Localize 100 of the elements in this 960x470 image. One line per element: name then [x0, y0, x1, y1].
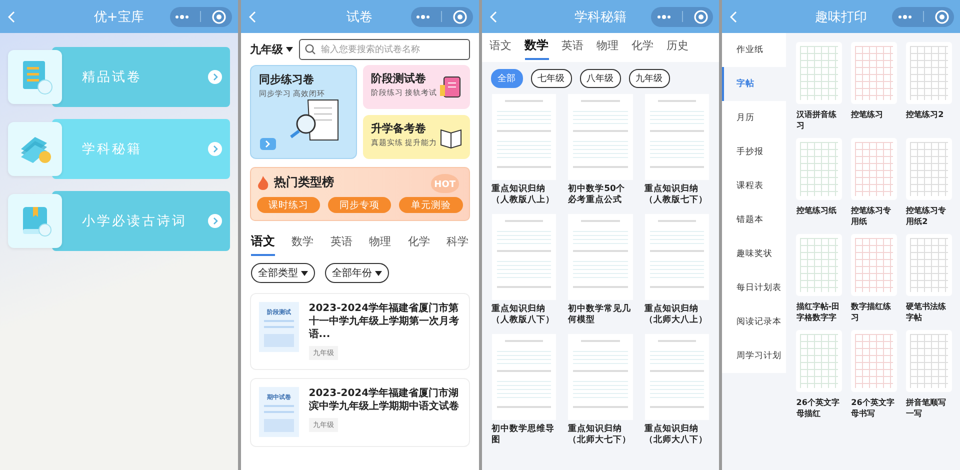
filter-dropdown[interactable]: 全部年份: [324, 263, 389, 283]
capsule-menu[interactable]: [410, 6, 472, 26]
document-thumbnail[interactable]: [568, 94, 633, 180]
subject-tab[interactable]: 物理: [596, 37, 618, 60]
close-icon[interactable]: [212, 10, 226, 24]
worksheet-thumbnail[interactable]: [851, 42, 898, 104]
sidebar-item[interactable]: 错题本: [722, 203, 786, 237]
subject-tab[interactable]: 语文: [490, 37, 512, 60]
notebook-icon: [438, 75, 464, 99]
subject-tab[interactable]: 数学: [292, 233, 314, 256]
subject-tab[interactable]: 英语: [562, 37, 584, 60]
chevron-icon: [264, 140, 271, 148]
document-thumbnail[interactable]: [644, 94, 710, 180]
subject-tab[interactable]: 数学: [524, 37, 548, 60]
worksheet-thumbnail[interactable]: [796, 42, 842, 104]
subject-tab[interactable]: 英语: [330, 233, 352, 256]
capsule-menu[interactable]: [651, 6, 714, 26]
close-icon[interactable]: [934, 10, 948, 24]
sidebar-item[interactable]: 字帖: [722, 67, 786, 101]
more-icon[interactable]: [898, 14, 912, 18]
grade-chip[interactable]: 九年级: [628, 69, 670, 88]
sidebar-item[interactable]: 月历: [722, 101, 786, 135]
paper-title: 2023-2024学年福建省厦门市湖滨中学九年级上学期期中语文试卷: [308, 387, 460, 413]
back-icon: [490, 10, 498, 22]
more-icon[interactable]: [416, 14, 430, 18]
worksheet-thumbnail[interactable]: [906, 234, 952, 296]
document-thumbnail[interactable]: [492, 94, 556, 180]
search-field[interactable]: 输入您要搜索的试卷名称: [298, 39, 470, 60]
filter-dropdown[interactable]: 全部类型: [250, 263, 315, 283]
window-title: 试卷: [346, 8, 373, 26]
back-button[interactable]: [490, 10, 500, 24]
worksheet-title: 拼音笔顺写一写: [906, 398, 948, 420]
worksheet-thumbnail[interactable]: [851, 234, 898, 296]
sidebar-item[interactable]: 每日计划表: [722, 271, 786, 305]
entry-icon-tile[interactable]: [8, 50, 62, 104]
close-icon[interactable]: [694, 10, 708, 24]
document-thumbnail[interactable]: [492, 214, 556, 300]
worksheet-thumbnail[interactable]: [906, 138, 952, 200]
document-title: 重点知识归纳（人教版七下）: [644, 184, 709, 208]
worksheet-title: 描红字帖-田字格数字字: [796, 302, 841, 324]
window-title: 趣味打印: [815, 8, 868, 26]
document-title: 初中数学常见几何模型: [568, 304, 632, 328]
worksheet-title: 控笔练习: [851, 110, 884, 121]
document-thumbnail[interactable]: [492, 334, 556, 420]
back-icon: [730, 10, 738, 22]
subject-tab[interactable]: 科学: [446, 233, 468, 256]
worksheet-thumbnail[interactable]: [796, 330, 842, 392]
chevron-icon: [208, 70, 222, 84]
sidebar-item[interactable]: 课程表: [722, 169, 786, 203]
capsule-menu[interactable]: [892, 6, 954, 26]
worksheet-thumbnail[interactable]: [906, 42, 952, 104]
caret-icon: [286, 47, 293, 52]
sidebar-item[interactable]: 阅读记录本: [722, 305, 786, 339]
sidebar-item[interactable]: 作业纸: [722, 33, 786, 67]
worksheet-title: 硬笔书法练字帖: [906, 302, 948, 324]
arrow-button[interactable]: [260, 138, 276, 150]
window-title: 学科秘籍: [574, 8, 626, 26]
worksheet-title: 控笔练习2: [906, 110, 945, 121]
grade-chip[interactable]: 八年级: [580, 69, 620, 88]
document-title: 重点知识归纳（北师大八上）: [644, 304, 709, 328]
worksheet-title: 数字描红练习: [851, 302, 892, 324]
worksheet-thumbnail[interactable]: [851, 138, 898, 200]
document-thumbnail[interactable]: [568, 214, 633, 300]
window-title: 优+宝库: [94, 8, 144, 26]
entry-icon-tile[interactable]: [8, 194, 62, 248]
hot-watermark: HOT: [431, 174, 458, 193]
document-title: 重点知识归纳（北师大八下）: [644, 424, 709, 448]
worksheet-thumbnail[interactable]: [906, 330, 952, 392]
subject-tab[interactable]: 语文: [250, 233, 275, 256]
capsule-menu[interactable]: [170, 6, 232, 26]
flame-icon: [256, 176, 269, 190]
document-thumbnail[interactable]: [568, 334, 633, 420]
more-icon[interactable]: [656, 14, 671, 18]
card-title: 同步练习卷: [258, 72, 315, 87]
worksheet-title: 控笔练习专用纸2: [906, 206, 948, 228]
card-title: 阶段测试卷: [370, 71, 427, 86]
worksheet-thumbnail[interactable]: [796, 138, 842, 200]
grade-chip[interactable]: 七年级: [530, 69, 572, 88]
subject-tab[interactable]: 物理: [369, 233, 391, 256]
document-title: 初中数学50个必考重点公式: [568, 184, 626, 208]
document-thumbnail[interactable]: [644, 334, 710, 420]
worksheet-title: 控笔练习纸: [796, 206, 838, 217]
sidebar-item[interactable]: 趣味奖状: [722, 237, 786, 271]
close-icon[interactable]: [453, 10, 467, 24]
hot-ranking-title: 热门类型榜: [274, 174, 334, 191]
worksheet-thumbnail[interactable]: [796, 234, 842, 296]
worksheet-thumbnail[interactable]: [851, 330, 898, 392]
more-icon[interactable]: [175, 14, 190, 18]
grade-dropdown[interactable]: 九年级: [250, 42, 293, 57]
sidebar-item[interactable]: 周学习计划: [722, 339, 786, 373]
back-icon: [248, 10, 257, 22]
document-title: 重点知识归纳（人教版八上）: [492, 184, 556, 208]
document-thumbnail[interactable]: [644, 214, 710, 300]
subject-tab[interactable]: 化学: [632, 37, 654, 60]
subject-tab[interactable]: 历史: [666, 37, 688, 60]
sidebar-item[interactable]: 手抄报: [722, 135, 786, 169]
chevron-icon: [208, 142, 222, 156]
entry-icon-tile[interactable]: [8, 122, 62, 176]
worksheet-title: 控笔练习专用纸: [851, 206, 892, 228]
subject-tab[interactable]: 化学: [408, 233, 430, 256]
